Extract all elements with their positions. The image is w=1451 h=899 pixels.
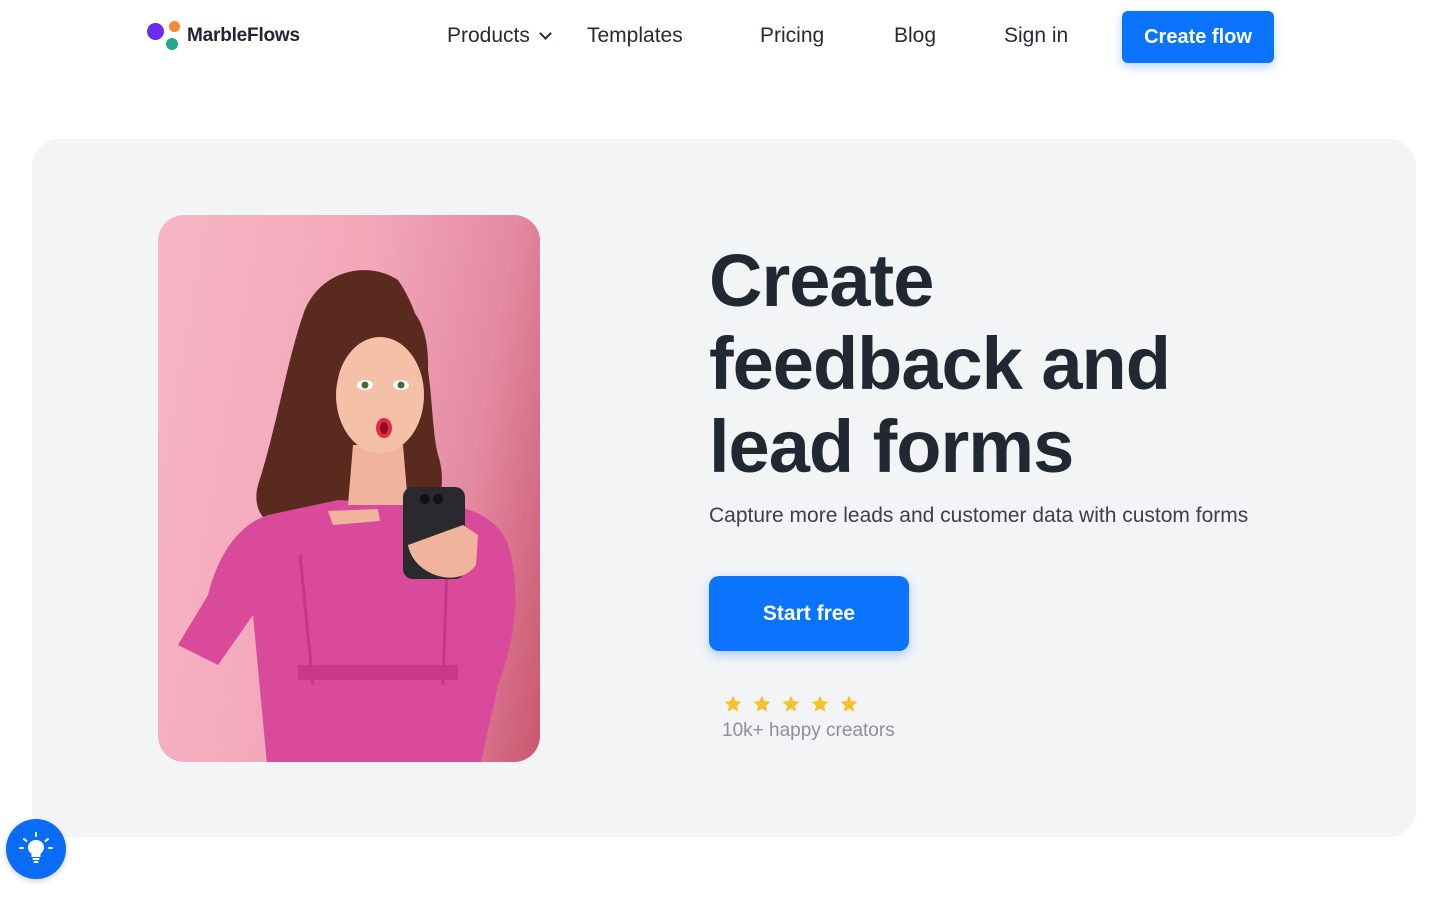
headline-line-3: lead forms [709, 405, 1074, 488]
rating-stars [723, 694, 859, 714]
nav-products[interactable]: Products [447, 24, 552, 48]
star-icon [753, 695, 771, 712]
star-icon [724, 695, 742, 712]
logo-text: MarbleFlows [187, 25, 300, 46]
headline-line-1: Create [709, 239, 934, 322]
star-icon [782, 695, 800, 712]
logo[interactable]: MarbleFlows [147, 20, 300, 52]
hero-section: Create feedback and lead forms Capture m… [32, 139, 1416, 837]
lightbulb-icon [19, 832, 53, 863]
hero-photo [158, 215, 540, 762]
hero-subtitle: Capture more leads and customer data wit… [709, 504, 1249, 527]
chevron-down-icon [539, 27, 552, 40]
create-flow-button[interactable]: Create flow [1122, 11, 1274, 63]
nav-pricing[interactable]: Pricing [760, 24, 824, 48]
nav-products-label: Products [447, 24, 530, 47]
marbleflows-logo-icon [147, 20, 181, 52]
nav-sign-in[interactable]: Sign in [1004, 24, 1068, 48]
start-free-button[interactable]: Start free [709, 576, 909, 651]
rating-text: 10k+ happy creators [722, 720, 895, 741]
help-tips-button[interactable] [6, 819, 66, 879]
nav-templates[interactable]: Templates [587, 24, 683, 48]
hero-headline: Create feedback and lead forms [709, 239, 1349, 488]
star-icon [840, 695, 858, 712]
star-icon [811, 695, 829, 712]
nav-blog[interactable]: Blog [894, 24, 936, 48]
headline-line-2: feedback and [709, 322, 1171, 405]
site-header: MarbleFlows Products Templates Pricing B… [0, 0, 1451, 80]
